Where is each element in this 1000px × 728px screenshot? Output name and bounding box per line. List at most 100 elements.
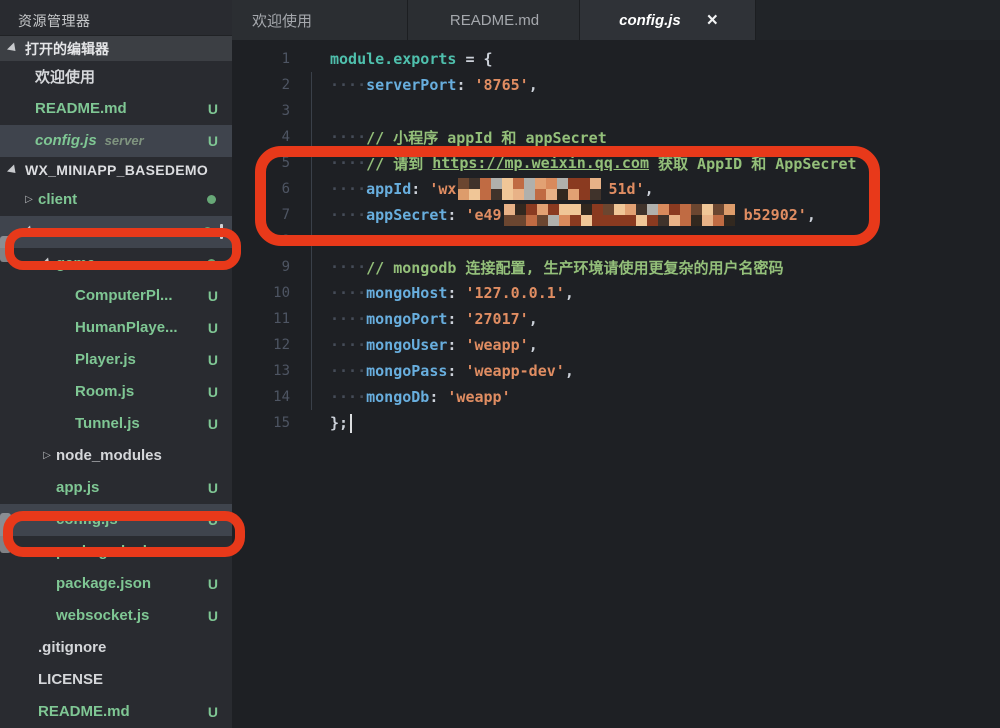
censored-mosaic bbox=[458, 178, 606, 200]
code-line-14[interactable]: 14····mongoDb: 'weapp' bbox=[232, 384, 1000, 410]
sidebar-item-config-js-server[interactable]: config.js server U bbox=[0, 125, 232, 157]
item-detail: server bbox=[105, 133, 144, 148]
code-line-11[interactable]: 11····mongoPort: '27017', bbox=[232, 306, 1000, 332]
git-status-badge: U bbox=[208, 133, 218, 149]
item-label: game bbox=[56, 255, 95, 272]
sidebar-item-config-js[interactable]: config.jsU bbox=[0, 504, 232, 536]
sidebar-item-node-modules[interactable]: ▷node_modules bbox=[0, 440, 232, 472]
git-status-badge: U bbox=[208, 416, 218, 432]
project-root-label: WX_MINIAPP_BASEDEMO bbox=[25, 162, 208, 178]
sidebar-item-computerplayer-js[interactable]: ComputerPl... U bbox=[0, 280, 232, 312]
vscode-window: 资源管理器 打开的编辑器 欢迎使用 README.md Uconfig.js serv… bbox=[0, 0, 1000, 728]
code-line-2[interactable]: 2····serverPort: '8765', bbox=[232, 72, 1000, 98]
line-number[interactable]: 5 bbox=[232, 155, 290, 171]
sidebar-item-server[interactable]: server bbox=[0, 216, 232, 248]
item-label: HumanPlaye... bbox=[75, 319, 178, 336]
sidebar-item-tunnel-js[interactable]: Tunnel.jsU bbox=[0, 408, 232, 440]
item-label: README.md bbox=[38, 703, 130, 720]
item-label: LICENSE bbox=[38, 671, 103, 688]
chevron-right-icon: ▷ bbox=[20, 194, 38, 205]
censored-mosaic bbox=[504, 204, 742, 226]
modified-dot bbox=[207, 195, 216, 204]
git-status-badge: U bbox=[208, 101, 218, 117]
git-status-badge: U bbox=[208, 576, 218, 592]
git-status-badge: U bbox=[208, 320, 218, 336]
code-line-8[interactable]: 8 bbox=[232, 228, 1000, 254]
git-status-badge: U bbox=[208, 704, 218, 720]
sidebar-item-game[interactable]: game bbox=[0, 248, 232, 280]
code-line-4[interactable]: 4····// 小程序 appId 和 appSecret bbox=[232, 124, 1000, 150]
tab-bar: 欢迎使用 README.md config.js× bbox=[232, 0, 1000, 40]
sidebar-item-readme-md[interactable]: README.mdU bbox=[0, 93, 232, 125]
code-line-5[interactable]: 5····// 请到 https://mp.weixin.qq.com 获取 A… bbox=[232, 150, 1000, 176]
sidebar-item-humanplayer-js[interactable]: HumanPlaye... U bbox=[0, 312, 232, 344]
project-root-header[interactable]: WX_MINIAPP_BASEDEMO bbox=[0, 157, 232, 184]
item-label: ComputerPl... bbox=[75, 287, 173, 304]
code-line-3[interactable]: 3 bbox=[232, 98, 1000, 124]
code-lines: 1module.exports = {2····serverPort: '876… bbox=[232, 46, 1000, 436]
git-status-badge: U bbox=[208, 512, 218, 528]
sidebar-item-client[interactable]: ▷client bbox=[0, 184, 232, 216]
sidebar-item-gitignore[interactable]: .gitignore bbox=[0, 632, 232, 664]
sidebar-item-app-js[interactable]: app.jsU bbox=[0, 472, 232, 504]
explorer-title: 资源管理器 bbox=[0, 0, 232, 35]
git-status-badge: U bbox=[208, 384, 218, 400]
item-label: client bbox=[38, 191, 77, 208]
sidebar-item-room-js[interactable]: Room.jsU bbox=[0, 376, 232, 408]
sidebar-item-websocket-js[interactable]: websocket.jsU bbox=[0, 600, 232, 632]
line-number[interactable]: 3 bbox=[232, 103, 290, 119]
code-line-6[interactable]: 6····appId: 'wx51d', bbox=[232, 176, 1000, 202]
open-editors-label: 打开的编辑器 bbox=[25, 39, 109, 59]
item-label: .gitignore bbox=[38, 639, 106, 656]
code-line-7[interactable]: 7····appSecret: 'e49b52902', bbox=[232, 202, 1000, 228]
code-line-1[interactable]: 1module.exports = { bbox=[232, 46, 1000, 72]
item-label: package.json bbox=[56, 575, 151, 592]
line-number[interactable]: 4 bbox=[232, 129, 290, 145]
line-number[interactable]: 1 bbox=[232, 51, 290, 67]
code-line-15[interactable]: 15}; bbox=[232, 410, 1000, 436]
line-number[interactable]: 15 bbox=[232, 415, 290, 431]
file-tree: ▷clientservergameComputerPl...UHumanPlay… bbox=[0, 184, 232, 728]
code-line-12[interactable]: 12····mongoUser: 'weapp', bbox=[232, 332, 1000, 358]
git-status-badge: U bbox=[208, 288, 218, 304]
line-number[interactable]: 7 bbox=[232, 207, 290, 223]
sidebar-item-license[interactable]: LICENSE bbox=[0, 664, 232, 696]
line-number[interactable]: 8 bbox=[232, 233, 290, 249]
git-status-badge: U bbox=[208, 352, 218, 368]
editor[interactable]: 1module.exports = {2····serverPort: '876… bbox=[232, 40, 1000, 728]
close-icon[interactable]: × bbox=[707, 11, 718, 30]
artifact-bar bbox=[220, 224, 223, 239]
git-status-badge: U bbox=[208, 544, 218, 560]
line-number[interactable]: 6 bbox=[232, 181, 290, 197]
code-line-9[interactable]: 9····// mongodb 连接配置, 生产环境请使用更复杂的用户名密码 bbox=[232, 254, 1000, 280]
sidebar-item-readme-md-root[interactable]: README.md U bbox=[0, 696, 232, 728]
sidebar-item-package-lock-json[interactable]: package-lock.... U bbox=[0, 536, 232, 568]
line-number[interactable]: 10 bbox=[232, 285, 290, 301]
sidebar-item-player-js[interactable]: Player.js U bbox=[0, 344, 232, 376]
item-label: 欢迎使用 bbox=[35, 66, 95, 87]
line-number[interactable]: 12 bbox=[232, 337, 290, 353]
chevron-expanded-icon bbox=[7, 164, 19, 176]
code-line-13[interactable]: 13····mongoPass: 'weapp-dev', bbox=[232, 358, 1000, 384]
item-label: server bbox=[38, 223, 83, 240]
item-label: config.js bbox=[35, 132, 97, 149]
line-number[interactable]: 14 bbox=[232, 389, 290, 405]
open-editors-list: 欢迎使用 README.mdU config.js server U bbox=[0, 61, 232, 157]
chevron-expanded-icon bbox=[20, 228, 38, 235]
item-label: package-lock.... bbox=[56, 543, 168, 560]
sidebar-item-welcome[interactable]: 欢迎使用 bbox=[0, 61, 232, 93]
tab-config-js[interactable]: config.js× bbox=[580, 0, 756, 40]
tab-welcome[interactable]: 欢迎使用 bbox=[232, 0, 408, 40]
line-number[interactable]: 11 bbox=[232, 311, 290, 327]
code-line-10[interactable]: 10····mongoHost: '127.0.0.1', bbox=[232, 280, 1000, 306]
line-number[interactable]: 9 bbox=[232, 259, 290, 275]
sidebar-item-package-json[interactable]: package.json U bbox=[0, 568, 232, 600]
item-label: Player.js bbox=[75, 351, 136, 368]
tab-label: README.md bbox=[450, 12, 539, 29]
explorer-sidebar: 资源管理器 打开的编辑器 欢迎使用 README.md Uconfig.js serv… bbox=[0, 0, 232, 728]
line-number[interactable]: 2 bbox=[232, 77, 290, 93]
line-number[interactable]: 13 bbox=[232, 363, 290, 379]
item-label: app.js bbox=[56, 479, 99, 496]
open-editors-header[interactable]: 打开的编辑器 bbox=[0, 35, 232, 60]
tab-readme-md[interactable]: README.md bbox=[408, 0, 580, 40]
